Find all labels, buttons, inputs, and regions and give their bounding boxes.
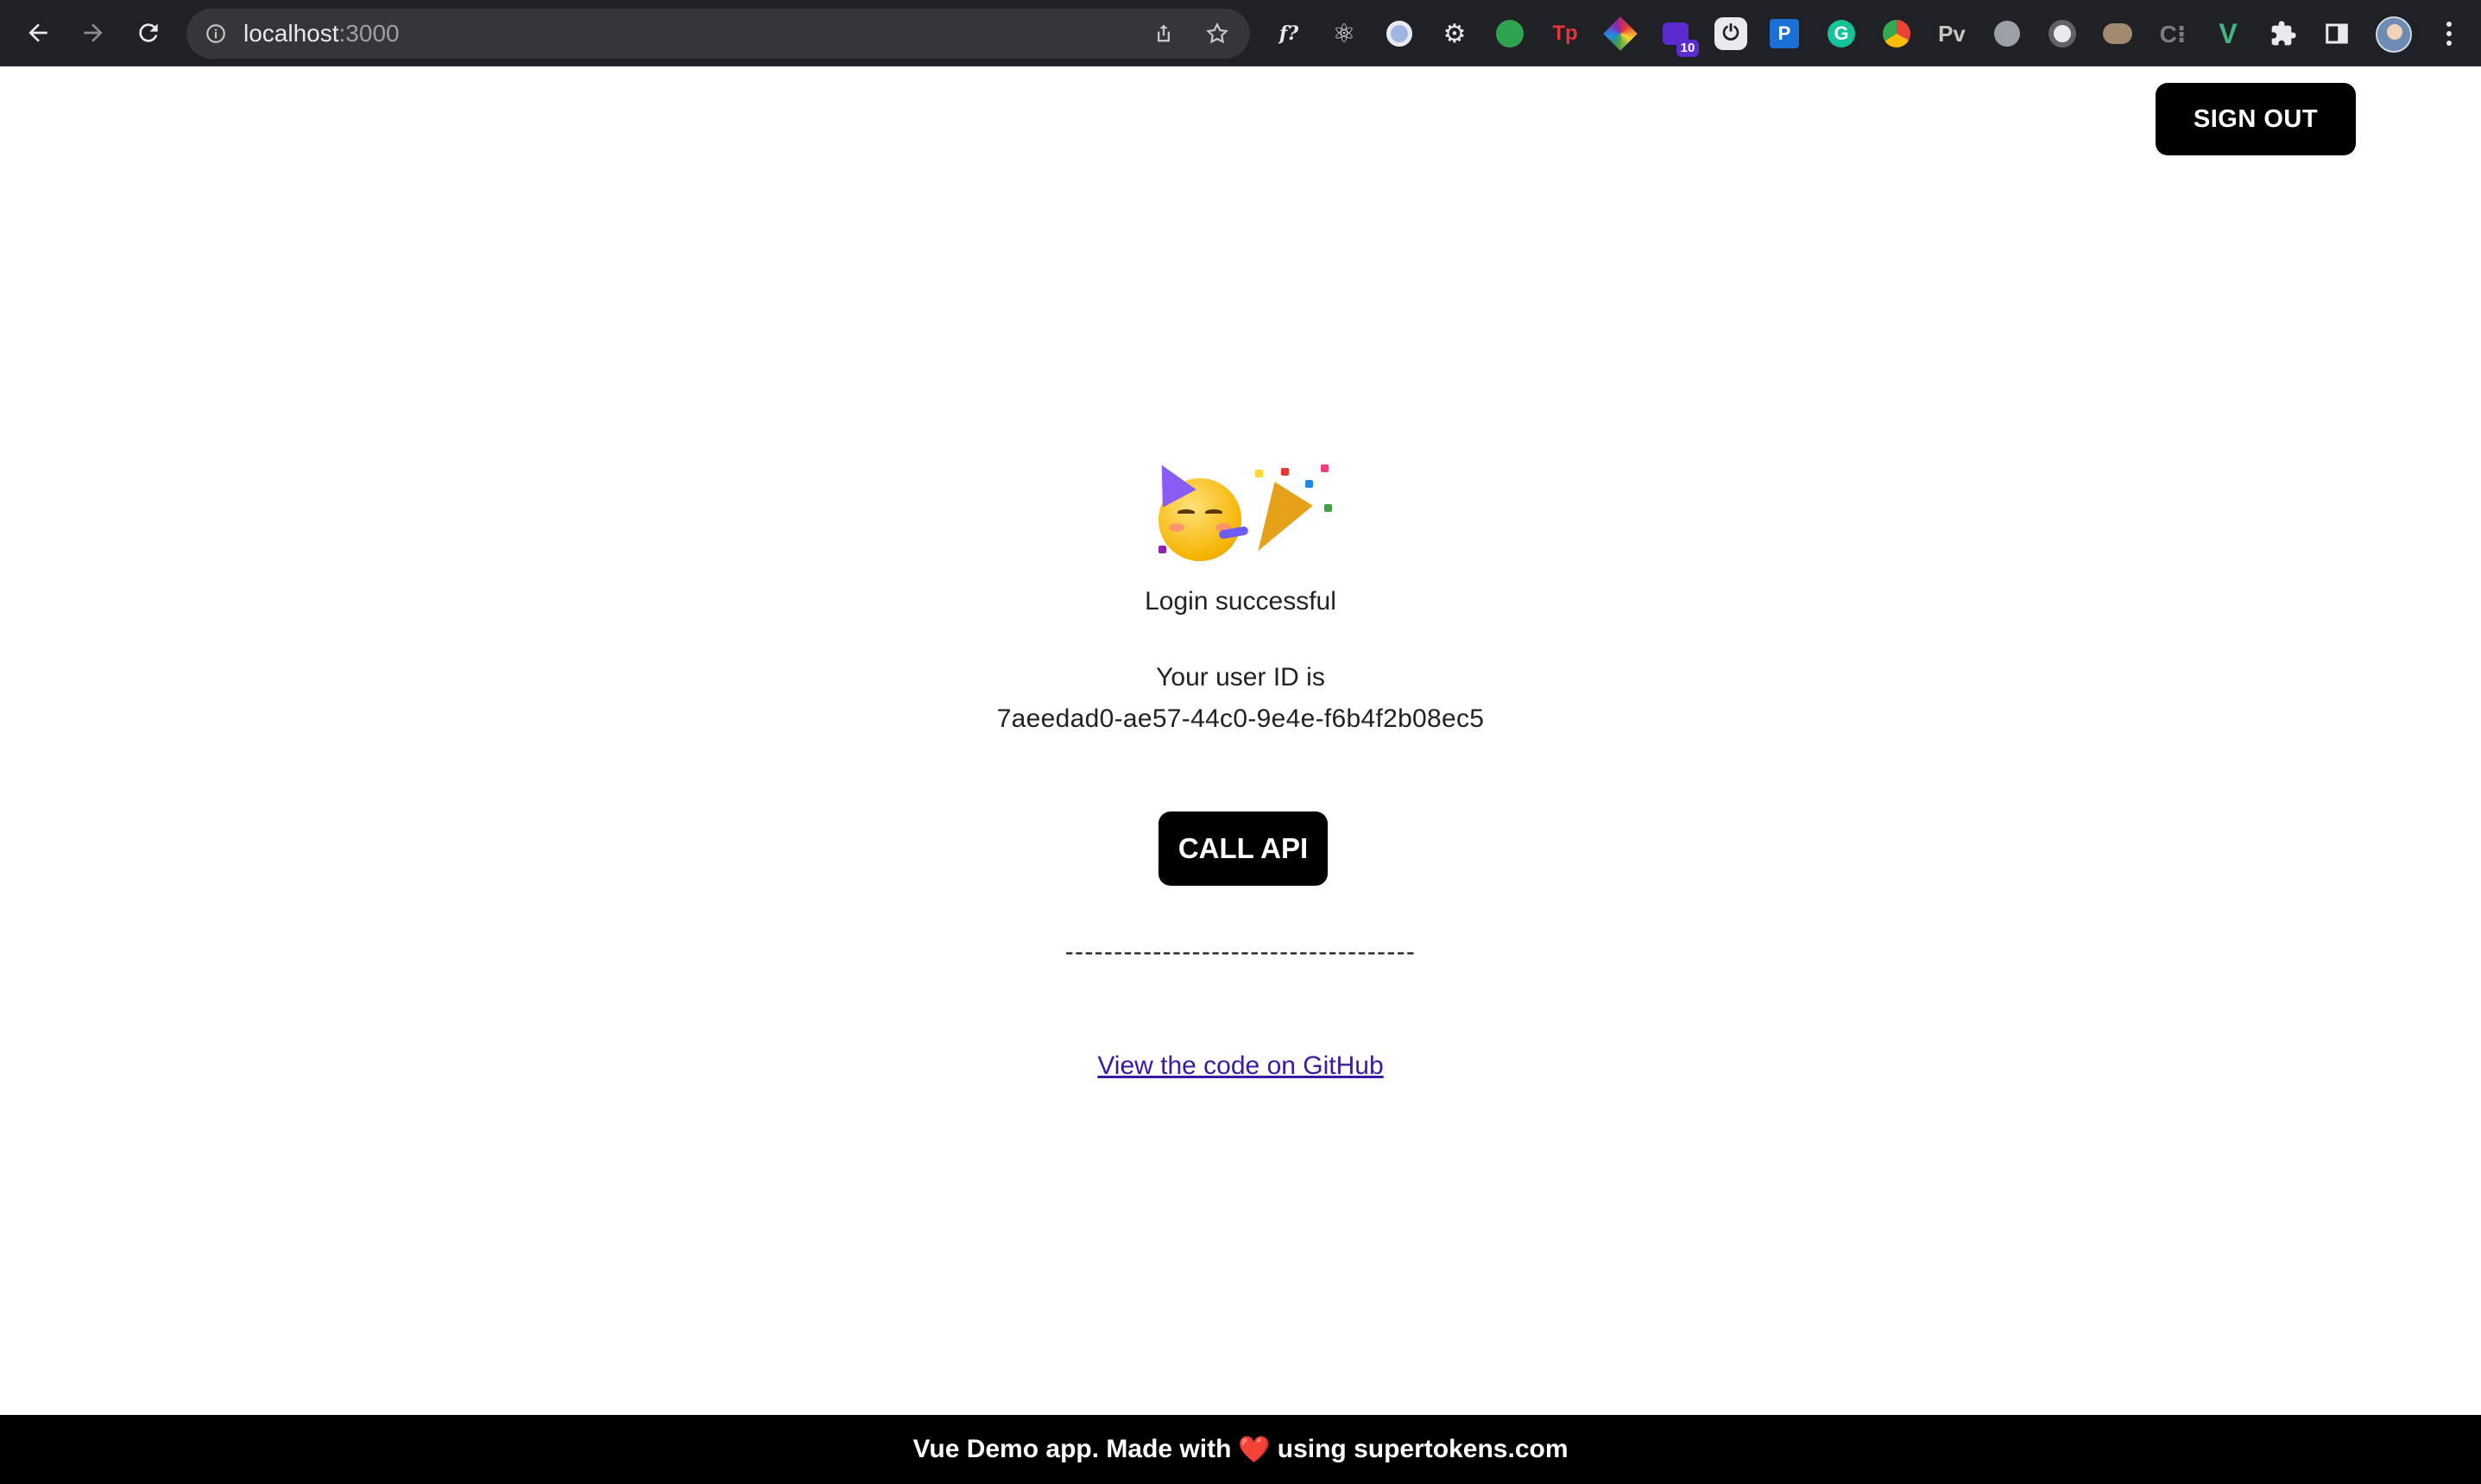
github-ext-icon[interactable] [1493, 17, 1526, 50]
bookmark-star-icon[interactable] [1202, 18, 1233, 49]
call-api-button[interactable]: CALL API [1158, 811, 1328, 886]
p-ext-icon[interactable]: P [1770, 19, 1799, 48]
c-ext-icon[interactable]: C⁝ [2156, 17, 2189, 50]
party-popper-icon [1239, 482, 1313, 563]
url-text: localhost:3000 [243, 9, 400, 59]
sign-out-button[interactable]: SIGN OUT [2156, 83, 2356, 155]
vue-devtools-icon[interactable]: V [2212, 17, 2244, 50]
react-devtools-icon[interactable]: ⚛ [1328, 17, 1360, 50]
github-link-row: View the code on GitHub [0, 1051, 2481, 1081]
browser-toolbar: localhost:3000 f? ⚛ ⚙ Tp 10 ⏻ P G Pv C⁝ … [0, 0, 2481, 66]
gear-ext-icon[interactable]: ⚙ [1438, 17, 1471, 50]
chrome-ext-icon[interactable] [1880, 17, 1913, 50]
footer-text-after: using supertokens.com [1277, 1435, 1569, 1463]
chrome-menu-icon[interactable] [2436, 17, 2462, 50]
tp-ext-icon[interactable]: Tp [1549, 17, 1581, 50]
extension-badge: 10 [1676, 40, 1699, 57]
grammarly-letter: G [1828, 20, 1855, 47]
network-ext-icon[interactable] [2046, 17, 2079, 50]
url-port: :3000 [338, 20, 400, 47]
user-id-label: Your user ID is [1156, 663, 1325, 691]
share-icon[interactable] [1148, 18, 1179, 49]
login-success-title: Login successful [1145, 587, 1336, 616]
circle-ext-icon[interactable] [1383, 17, 1416, 50]
user-id-value: 7aeedad0-ae57-44c0-9e4e-f6b4f2b08ec5 [996, 704, 1485, 733]
github-link[interactable]: View the code on GitHub [1097, 1051, 1383, 1080]
heart-icon: ❤️ [1238, 1435, 1271, 1464]
power-ext-icon[interactable]: ⏻ [1714, 17, 1747, 50]
gray-dot-ext-icon[interactable] [1991, 17, 2023, 50]
formula-icon[interactable]: f? [1272, 17, 1305, 50]
celebration-icon [1145, 456, 1333, 563]
separator-line: ------------------------------------ [1064, 938, 1417, 966]
side-panel-icon[interactable] [2320, 17, 2353, 50]
owl-ext-icon[interactable] [2101, 17, 2134, 50]
address-bar[interactable]: localhost:3000 [186, 9, 1250, 59]
footer-text-before: Vue Demo app. Made with [912, 1435, 1232, 1463]
pv-ext-icon[interactable]: Pv [1935, 17, 1968, 50]
grammarly-ext-icon[interactable]: G [1825, 17, 1858, 50]
back-icon[interactable] [19, 14, 57, 52]
site-info-icon[interactable] [202, 20, 230, 47]
purple-ext-icon[interactable]: 10 [1659, 17, 1699, 57]
puzzle-icon[interactable] [2267, 17, 2300, 50]
profile-avatar[interactable] [2376, 16, 2412, 53]
footer: Vue Demo app. Made with ❤️ using superto… [0, 1415, 2481, 1484]
url-host: localhost [243, 20, 339, 47]
color-picker-ext-icon[interactable] [1603, 16, 1638, 51]
forward-icon[interactable] [74, 14, 112, 52]
reload-icon[interactable] [129, 14, 167, 52]
